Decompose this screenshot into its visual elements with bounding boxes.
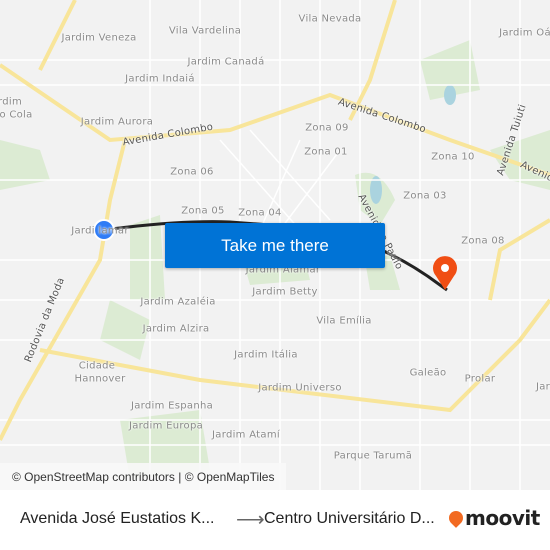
- map-label: Jardim Indaiá: [125, 73, 195, 85]
- origin-name: Avenida José Eustatios K...: [20, 510, 215, 527]
- map-label: Zona 03: [403, 190, 447, 202]
- map-label: Jardim Espanha: [130, 400, 214, 412]
- map-label: Zona 08: [461, 235, 505, 247]
- map-label: Jardim Betty: [252, 286, 318, 298]
- moovit-logo[interactable]: moovit: [446, 506, 540, 530]
- route-footer: Avenida José Eustatios K... ⟶ Centro Uni…: [0, 490, 550, 550]
- map-label: Jardim Veneza: [61, 32, 137, 44]
- map-label: Parque Tarumã: [333, 450, 413, 462]
- map-label: Zona 05: [181, 205, 225, 217]
- map-label: Jardim Itália: [234, 349, 298, 361]
- map-label: Cidade: [78, 360, 116, 372]
- arrow-right-icon: ⟶: [236, 509, 265, 531]
- map[interactable]: Vila Vardelina Vila Nevada Jardim Veneza…: [0, 0, 550, 490]
- map-label: Zona 09: [305, 122, 349, 134]
- map-label: Vila Emília: [316, 315, 372, 327]
- map-label: Jardim Aurora: [80, 116, 154, 128]
- map-label: o Cola: [0, 109, 33, 121]
- map-label: Vila Vardelina: [168, 25, 242, 37]
- map-label: rdim: [0, 96, 23, 108]
- map-label: Jardim Azaléia: [140, 296, 216, 308]
- map-attribution[interactable]: © OpenStreetMap contributors | © OpenMap…: [0, 463, 287, 490]
- map-label: Jardim Oá: [499, 27, 550, 39]
- map-label: Hannover: [74, 373, 126, 385]
- map-label: Vila Nevada: [298, 13, 362, 25]
- map-label: Zona 06: [170, 166, 214, 178]
- map-label: Prolar: [464, 373, 496, 385]
- map-label: Zona 10: [431, 151, 475, 163]
- map-label: Jardim Europa: [128, 420, 204, 432]
- destination-name: Centro Universitário D...: [264, 510, 435, 527]
- take-me-there-button[interactable]: Take me there: [165, 223, 385, 268]
- map-label: Jardi lamar: [71, 225, 129, 237]
- map-label: Jardim Atamí: [212, 429, 280, 441]
- map-label: Galeão: [409, 367, 447, 379]
- map-label: Jar: [535, 381, 550, 393]
- map-label: Jardim Canadá: [187, 56, 265, 68]
- moovit-logo-text: moovit: [465, 506, 540, 530]
- map-label: Jardim Universo: [258, 382, 342, 394]
- moovit-pin-icon: [446, 508, 466, 528]
- destination-marker: [433, 256, 458, 290]
- map-label: Jardim Alzira: [142, 323, 210, 335]
- map-label: Zona 01: [304, 146, 348, 158]
- map-label: Zona 04: [238, 207, 282, 219]
